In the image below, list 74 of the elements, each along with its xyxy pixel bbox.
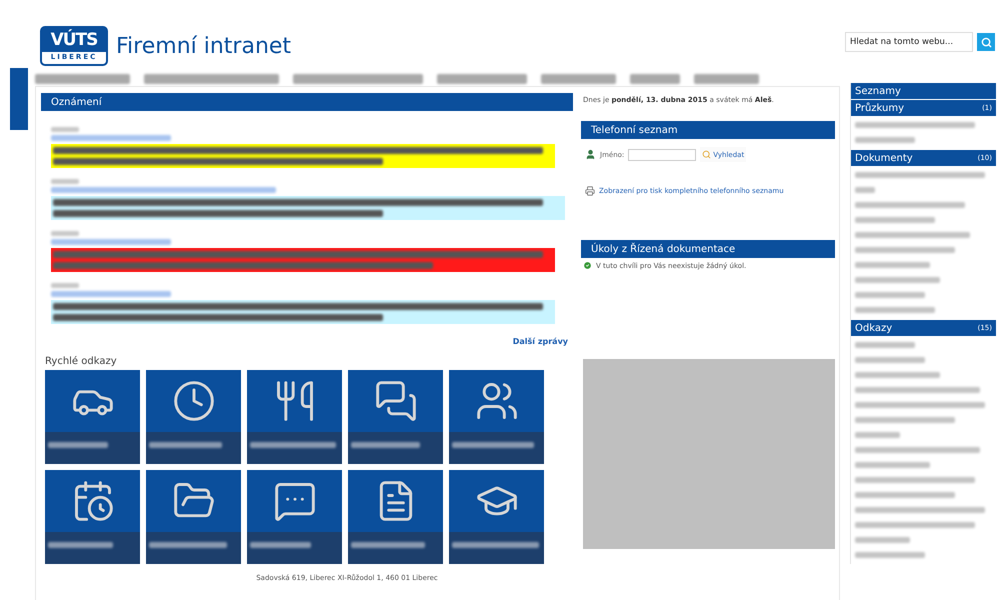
quick-link-tile[interactable] [348,470,443,564]
search-icon [702,150,712,159]
person-icon [585,149,596,160]
blurred-list-item[interactable] [855,432,900,438]
blurred-list-item[interactable] [855,417,955,423]
blurred-date [51,179,79,184]
printer-icon [585,186,595,196]
blurred-list-item[interactable] [855,172,985,178]
quick-link-tile[interactable] [247,470,342,564]
blurred-link[interactable] [51,291,171,297]
blurred-list-item[interactable] [855,387,980,393]
blurred-label [48,542,113,548]
quick-link-tile[interactable] [45,370,140,464]
blurred-link[interactable] [51,187,276,193]
blurred-link[interactable] [51,135,171,141]
logo-text: VÚTS [42,28,106,52]
blurred-menu-item[interactable] [293,74,423,84]
blurred-list-item[interactable] [855,292,925,298]
quick-link-tile[interactable] [449,470,544,564]
blurred-list-item[interactable] [855,217,935,223]
blurred-list-item[interactable] [855,402,985,408]
blurred-list-item[interactable] [855,122,975,128]
blurred-list-item[interactable] [855,372,940,378]
quick-link-tile[interactable] [247,370,342,464]
blurred-list-item[interactable] [855,537,910,543]
blurred-list-item[interactable] [855,447,980,453]
discussion-icon [374,379,418,423]
blurred-link[interactable] [51,239,171,245]
blurred-menu-item[interactable] [541,74,616,84]
blurred-list-item[interactable] [855,342,915,348]
blurred-list-item[interactable] [855,202,965,208]
blurred-list-item[interactable] [855,357,925,363]
blurred-menu-item[interactable] [144,74,279,84]
check-icon [583,261,592,270]
blurred-date [51,283,79,288]
blurred-date [51,231,79,236]
blurred-list-item[interactable] [855,247,955,253]
site-title: Firemní intranet [116,34,292,58]
quick-link-tile[interactable] [146,470,241,564]
blurred-list-item[interactable] [855,262,930,268]
blurred-list-item[interactable] [855,307,935,313]
quick-link-tile[interactable] [449,370,544,464]
blurred-menu-item[interactable] [35,74,130,84]
blurred-menu-item[interactable] [694,74,759,84]
section-header: Telefonní seznam [581,121,835,139]
blurred-label [250,542,311,548]
quick-links-title: Rychlé odkazy [44,356,118,367]
blurred-list-item[interactable] [855,187,875,193]
blurred-list-item[interactable] [855,507,985,513]
blurred-menu-item[interactable] [630,74,680,84]
search-icon [980,36,992,48]
quick-link-tile[interactable] [45,470,140,564]
search-field[interactable]: Hledat na tomto webu... [845,32,973,52]
blurred-menu-item[interactable] [437,74,527,84]
name-field[interactable] [628,148,696,160]
blurred-list-item[interactable] [855,477,975,483]
section-header: Úkoly z Řízená dokumentace [581,240,835,258]
blurred-list-item[interactable] [855,232,970,238]
blurred-list-item[interactable] [855,277,940,283]
blurred-list-item[interactable] [855,492,955,498]
blurred-label [351,442,420,448]
section-header: Oznámení [41,93,573,111]
blurred-list-item[interactable] [855,552,925,558]
sidebar-title: Seznamy [851,83,996,99]
blurred-label [48,442,108,448]
search-button[interactable] [977,33,995,51]
quick-link-tile[interactable] [348,370,443,464]
more-link[interactable]: Další zprávy [512,337,568,346]
blurred-list-item[interactable] [855,522,975,528]
blurred-date [51,127,79,132]
clock-icon [172,379,216,423]
blurred-list-item[interactable] [855,137,915,143]
quick-link-tile[interactable] [146,370,241,464]
blurred-list-item[interactable] [855,462,930,468]
